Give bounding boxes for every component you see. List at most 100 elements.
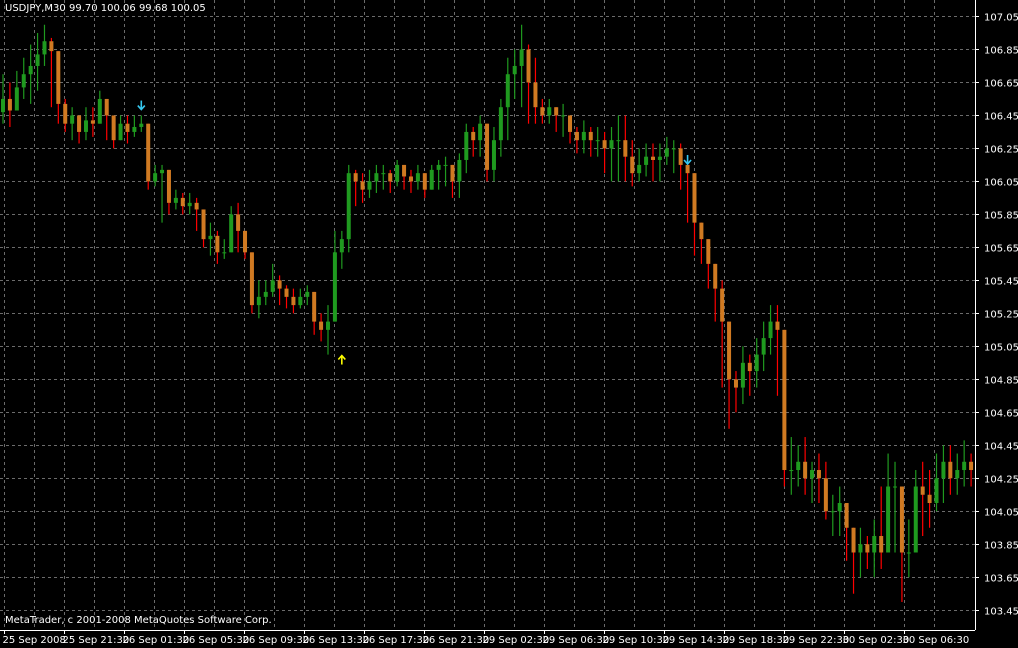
candle-body: [906, 552, 911, 554]
candle-body: [574, 131, 579, 141]
candle-body: [222, 252, 227, 254]
candle-body: [160, 169, 165, 174]
candle-body: [56, 51, 61, 104]
candle-body: [263, 291, 268, 297]
candle-body: [402, 164, 407, 177]
candle-body: [139, 123, 144, 127]
candle-body: [651, 156, 655, 160]
candle-body: [21, 74, 26, 88]
y-tick-label: 104.85: [984, 376, 1018, 387]
candle-body: [505, 74, 510, 108]
candle-body: [408, 176, 413, 182]
candle-body: [277, 280, 282, 289]
x-tick-label: 25 Sep 21:30: [63, 635, 130, 646]
candle-body: [823, 478, 828, 512]
candle-body: [180, 197, 185, 207]
candle-body: [865, 544, 870, 553]
candle-body: [90, 120, 95, 124]
x-tick-label: 26 Sep 09:30: [243, 635, 310, 646]
y-tick-label: 105.05: [984, 343, 1018, 354]
candle-body: [132, 126, 137, 132]
candle-body: [326, 321, 330, 330]
time-scale: 25 Sep 200825 Sep 21:3026 Sep 01:3026 Se…: [3, 630, 969, 646]
candle-body: [644, 156, 649, 165]
candle-body: [436, 164, 441, 170]
candle-body: [879, 535, 884, 553]
candle-body: [270, 280, 275, 292]
candle-body: [166, 169, 171, 203]
y-tick-label: 106.05: [984, 178, 1018, 189]
candle-body: [561, 115, 566, 117]
candle-body: [485, 123, 490, 170]
x-tick-label: 29 Sep 02:30: [483, 635, 550, 646]
candle-body: [761, 338, 766, 355]
candle-body: [913, 486, 918, 553]
y-tick-label: 107.05: [984, 13, 1018, 24]
candle-body: [706, 239, 711, 264]
y-tick-label: 103.65: [984, 574, 1018, 585]
candle-body: [637, 164, 642, 174]
chart-axes: [0, 0, 976, 631]
y-tick-label: 105.25: [984, 310, 1018, 321]
candle-body: [727, 321, 732, 380]
candle-body: [519, 49, 524, 66]
candle-body: [664, 148, 669, 157]
candle-body: [125, 123, 130, 132]
signal-arrows: [137, 100, 692, 365]
candle-body: [588, 131, 593, 141]
candle-body: [775, 321, 780, 330]
candle-body: [346, 173, 351, 240]
price-scale: 107.05 106.85 106.65 106.45 106.25 106.05 105.…: [975, 13, 1018, 618]
candle-body: [789, 470, 794, 472]
y-tick-label: 105.65: [984, 244, 1018, 255]
candle-body: [782, 329, 787, 471]
candle-body: [464, 131, 469, 160]
candle-body: [422, 173, 427, 190]
candle-body: [754, 354, 759, 372]
symbol-label: USDJPY,M30: [5, 3, 66, 14]
x-tick-label: 26 Sep 13:30: [303, 635, 370, 646]
price-chart[interactable]: 107.05 106.85 106.65 106.45 106.25 106.05 105.…: [0, 0, 1018, 648]
candle-body: [298, 296, 303, 306]
candle-body: [927, 494, 932, 504]
candle-body: [934, 478, 939, 504]
candle-body: [692, 173, 697, 223]
candle-body: [713, 263, 718, 289]
candle-body: [678, 148, 683, 165]
candle-body: [893, 486, 898, 488]
candle-body: [948, 461, 953, 479]
candle-body: [616, 140, 621, 142]
candle-body: [457, 159, 462, 182]
candle-body: [201, 209, 206, 240]
candle-body: [194, 202, 199, 210]
candle-body: [533, 82, 538, 108]
candle-body: [547, 107, 552, 116]
candle-body: [360, 181, 365, 190]
candle-body: [816, 470, 821, 479]
candle-body: [899, 486, 904, 553]
candle-body: [284, 288, 289, 297]
x-tick-label: 30 Sep 02:30: [843, 635, 910, 646]
buy-signal-arrow: [337, 354, 346, 365]
candle-body: [256, 296, 261, 306]
candle-body: [920, 486, 925, 495]
candle-body: [118, 123, 123, 141]
sell-signal-arrow: [137, 100, 146, 111]
candle-body: [395, 164, 400, 182]
candle-body: [215, 235, 220, 253]
candle-body: [554, 107, 559, 116]
y-tick-label: 106.25: [984, 145, 1018, 156]
candle-body: [609, 140, 614, 149]
candle-body: [332, 252, 337, 322]
candle-body: [429, 169, 434, 190]
candle-body: [602, 140, 607, 149]
y-tick-label: 103.85: [984, 541, 1018, 552]
x-tick-label: 26 Sep 05:30: [183, 635, 250, 646]
candle-body: [699, 222, 704, 240]
candle-body: [291, 296, 296, 306]
x-tick-label: 26 Sep 21:30: [423, 635, 490, 646]
candle-body: [28, 65, 33, 75]
candle-body: [740, 362, 745, 388]
candle-body: [595, 140, 600, 142]
candle-body: [498, 107, 503, 141]
